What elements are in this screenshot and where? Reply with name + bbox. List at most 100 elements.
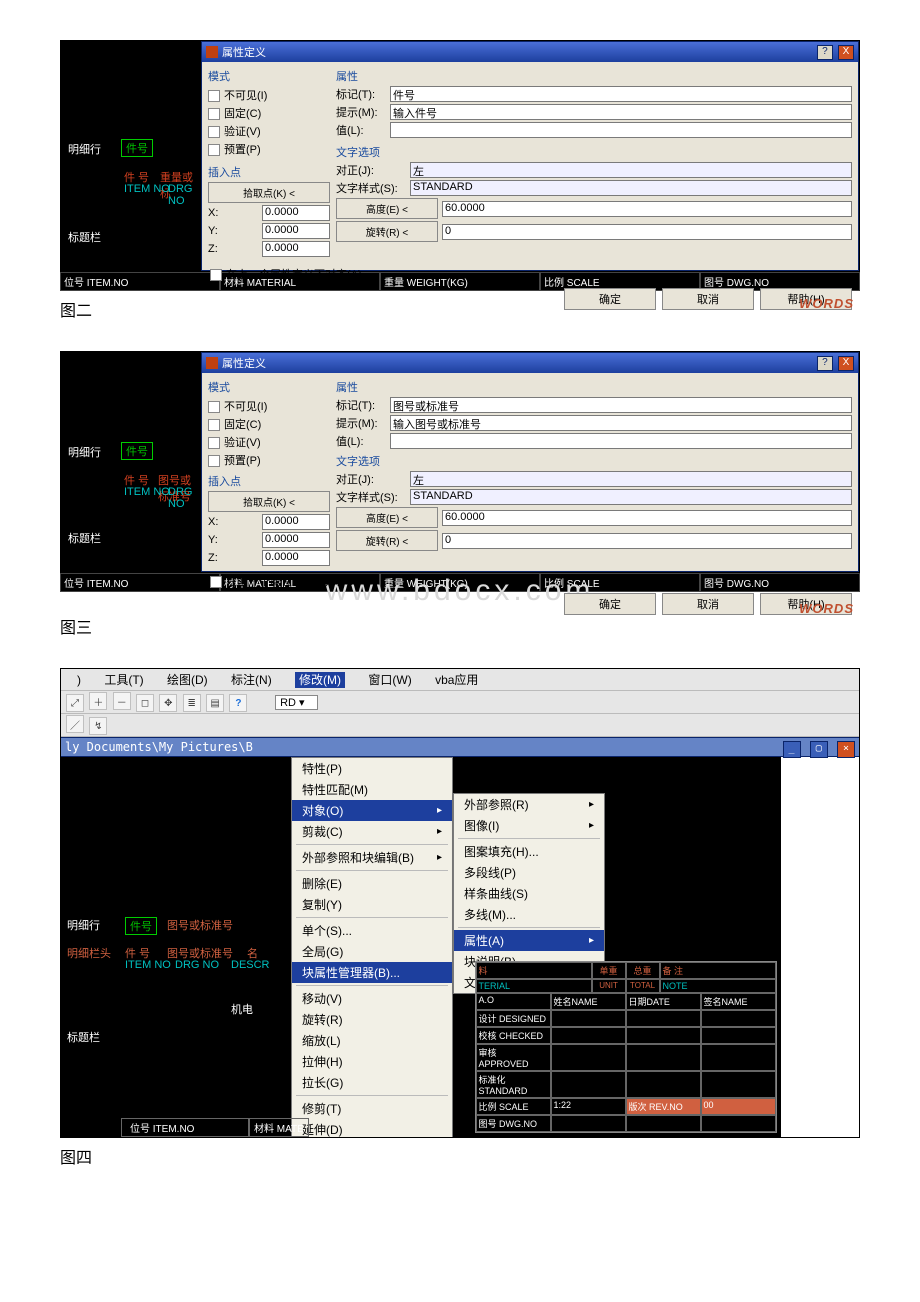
close-icon[interactable]: × xyxy=(837,741,855,758)
submenu-mline[interactable]: 多线(M)... xyxy=(454,904,604,925)
app-icon xyxy=(206,46,218,58)
style-select[interactable]: STANDARD xyxy=(410,489,852,505)
cancel-button[interactable]: 取消 xyxy=(662,593,754,615)
line-icon[interactable]: ／ xyxy=(66,715,84,733)
verify-checkbox[interactable]: 验证(V) xyxy=(208,433,330,451)
cad-window: ) 工具(T) 绘图(D) 标注(N) 修改(M) 窗口(W) vba应用 ⤢ … xyxy=(60,668,860,1138)
help-icon[interactable]: ? xyxy=(229,694,247,712)
zoom-in-icon[interactable]: ＋ xyxy=(89,692,107,710)
preset-checkbox[interactable]: 预置(P) xyxy=(208,451,330,469)
rotate-input[interactable]: 0 xyxy=(442,224,852,240)
submenu-xref[interactable]: 外部参照(R) xyxy=(454,794,604,815)
menu-item-extend[interactable]: 延伸(D) xyxy=(292,1119,452,1137)
menu-vba[interactable]: vba应用 xyxy=(435,673,478,687)
pick-point-button[interactable]: 拾取点(K) < xyxy=(208,182,330,203)
menu-item-global[interactable]: 全局(G) xyxy=(292,941,452,962)
value-input[interactable] xyxy=(390,122,852,138)
pan-icon[interactable]: ✥ xyxy=(159,694,177,712)
menu-item-clip[interactable]: 剪裁(C) xyxy=(292,821,452,842)
tag-input[interactable]: 图号或标准号 xyxy=(390,397,852,413)
close-button[interactable]: X xyxy=(838,45,854,60)
preset-checkbox[interactable]: 预置(P) xyxy=(208,140,330,158)
zoom-extents-icon[interactable]: ⤢ xyxy=(66,694,84,712)
menu-item-lengthen[interactable]: 拉长(G) xyxy=(292,1072,452,1093)
style-select[interactable]: STANDARD xyxy=(410,180,852,196)
canvas-titlebar: 标题栏 xyxy=(67,1029,100,1045)
submenu-spline[interactable]: 样条曲线(S) xyxy=(454,883,604,904)
fixed-checkbox[interactable]: 固定(C) xyxy=(208,415,330,433)
z-input[interactable]: 0.0000 xyxy=(262,241,330,257)
menu-item-scale[interactable]: 缩放(L) xyxy=(292,1030,452,1051)
menu-item-stretch[interactable]: 拉伸(H) xyxy=(292,1051,452,1072)
submenu-attr[interactable]: 属性(A) xyxy=(454,930,604,951)
height-button[interactable]: 高度(E) < xyxy=(336,198,438,219)
help-button2[interactable]: 帮助(H) xyxy=(760,593,852,615)
menu-window[interactable]: 窗口(W) xyxy=(368,673,411,687)
poly-icon[interactable]: ↯ xyxy=(89,717,107,735)
bottom-cell-material: 材料 MATE xyxy=(249,1118,309,1137)
cancel-button[interactable]: 取消 xyxy=(662,288,754,310)
verify-checkbox[interactable]: 验证(V) xyxy=(208,122,330,140)
submenu-pline[interactable]: 多段线(P) xyxy=(454,862,604,883)
min-icon[interactable]: _ xyxy=(783,741,801,758)
align-prev-checkbox[interactable]: 在上一个属性定义下对齐(A) xyxy=(210,572,850,590)
menu-item-props[interactable]: 特性(P) xyxy=(292,758,452,779)
layer-select[interactable]: RD ▾ xyxy=(275,695,317,710)
pick-point-button[interactable]: 拾取点(K) < xyxy=(208,491,330,512)
y-input[interactable]: 0.0000 xyxy=(262,223,330,239)
rotate-button[interactable]: 旋转(R) < xyxy=(336,221,438,242)
zoom-window-icon[interactable]: ◻ xyxy=(136,694,154,712)
help-button[interactable]: ? xyxy=(817,356,833,371)
menu-item-rotate[interactable]: 旋转(R) xyxy=(292,1009,452,1030)
invisible-checkbox[interactable]: 不可见(I) xyxy=(208,397,330,415)
y-input[interactable]: 0.0000 xyxy=(262,532,330,548)
fixed-checkbox[interactable]: 固定(C) xyxy=(208,104,330,122)
invisible-checkbox[interactable]: 不可见(I) xyxy=(208,86,330,104)
cell-itemno: 位号 ITEM.NO xyxy=(60,573,220,592)
menu-item-single[interactable]: 单个(S)... xyxy=(292,920,452,941)
menu-item-xrefblock[interactable]: 外部参照和块编辑(B) xyxy=(292,847,452,868)
menu-item-copy[interactable]: 复制(Y) xyxy=(292,894,452,915)
x-input[interactable]: 0.0000 xyxy=(262,514,330,530)
menu-item-move[interactable]: 移动(V) xyxy=(292,988,452,1009)
help-button2[interactable]: 帮助(H) xyxy=(760,288,852,310)
menu-item-matchprops[interactable]: 特性匹配(M) xyxy=(292,779,452,800)
rotate-input[interactable]: 0 xyxy=(442,533,852,549)
ok-button[interactable]: 确定 xyxy=(564,593,656,615)
close-button[interactable]: X xyxy=(838,356,854,371)
submenu-image[interactable]: 图像(I) xyxy=(454,815,604,836)
help-button[interactable]: ? xyxy=(817,45,833,60)
menu-tools[interactable]: 工具(T) xyxy=(104,673,143,687)
textopt-group-title: 文字选项 xyxy=(336,144,852,160)
x-input[interactable]: 0.0000 xyxy=(262,205,330,221)
menu-annot[interactable]: 标注(N) xyxy=(231,673,272,687)
layers-icon[interactable]: ≣ xyxy=(183,694,201,712)
tb-designed: 设计 DESIGNED xyxy=(476,1010,551,1027)
menu-modify[interactable]: 修改(M) xyxy=(295,672,345,688)
ok-button[interactable]: 确定 xyxy=(564,288,656,310)
max-icon[interactable]: ▢ xyxy=(810,741,828,758)
height-input[interactable]: 60.0000 xyxy=(442,201,852,217)
menu-item-object[interactable]: 对象(O) xyxy=(292,800,452,821)
rotate-button[interactable]: 旋转(R) < xyxy=(336,530,438,551)
align-prev-checkbox[interactable]: 在上一个属性定义下对齐(A) xyxy=(210,265,850,283)
menu-item-trim[interactable]: 修剪(T) xyxy=(292,1098,452,1119)
canvas-partno-g: 件号 xyxy=(125,917,157,935)
justify-select[interactable]: 左 xyxy=(410,162,852,178)
z-input[interactable]: 0.0000 xyxy=(262,550,330,566)
height-button[interactable]: 高度(E) < xyxy=(336,507,438,528)
tag-input[interactable]: 件号 xyxy=(390,86,852,102)
menu-item-blockattrmgr[interactable]: 块属性管理器(B)... xyxy=(292,962,452,983)
props-icon[interactable]: ▤ xyxy=(206,694,224,712)
menu-item-delete[interactable]: 删除(E) xyxy=(292,873,452,894)
canvas-drgno: DRG NO xyxy=(175,959,219,971)
height-input[interactable]: 60.0000 xyxy=(442,510,852,526)
value-input[interactable] xyxy=(390,433,852,449)
prompt-input[interactable]: 输入件号 xyxy=(390,104,852,120)
x-label: X: xyxy=(208,516,258,528)
zoom-out-icon[interactable]: － xyxy=(113,692,131,710)
prompt-input[interactable]: 输入图号或标准号 xyxy=(390,415,852,431)
submenu-hatch[interactable]: 图案填充(H)... xyxy=(454,841,604,862)
menu-draw[interactable]: 绘图(D) xyxy=(167,673,208,687)
justify-select[interactable]: 左 xyxy=(410,471,852,487)
